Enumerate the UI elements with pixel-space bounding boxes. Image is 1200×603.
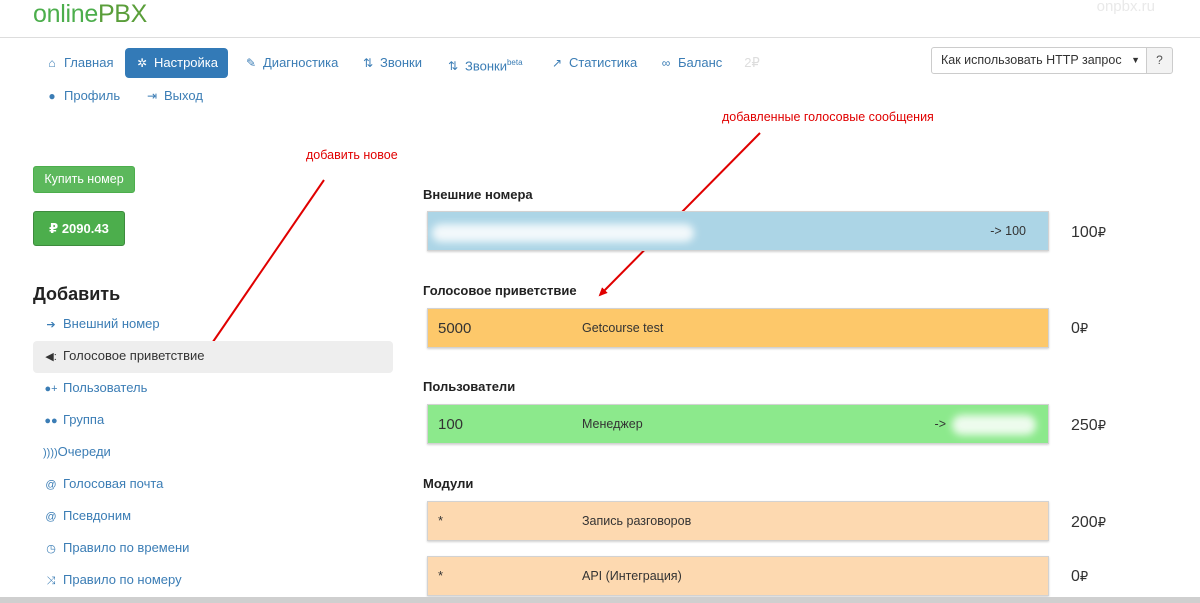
card-name: API (Интеграция) (582, 569, 682, 583)
at-icon: @ (45, 511, 57, 523)
nav-item-calls[interactable]: ⇅ Звонки (351, 48, 432, 78)
nav-item-balance[interactable]: ∞ Баланс 2₽ (649, 48, 770, 78)
annotation-add-new: добавить новое (306, 148, 398, 162)
buy-number-button[interactable]: Купить номер (33, 166, 135, 193)
user-icon: ● (48, 89, 56, 103)
nav-item-settings[interactable]: ✲ Настройка (125, 48, 228, 78)
line-chart-icon: ↗ (551, 56, 563, 70)
card-mark: * (438, 568, 444, 583)
external-price: 100₽ (1071, 224, 1106, 241)
external-number-card[interactable]: -> 100 (427, 211, 1049, 251)
caret-down-icon: ▼ (1131, 55, 1140, 65)
add-item-voicemail[interactable]: @ Голосовая почта (33, 469, 393, 501)
add-list: ➔ Внешний номер ◀: Голосовое приветствие ●… (33, 309, 393, 597)
sort-arrows-icon: ⇅ (447, 59, 459, 74)
logo-online: online (33, 0, 98, 28)
shuffle-icon: ⤨ (46, 575, 56, 587)
card-target: -> 100 (990, 224, 1026, 238)
redacted-target (952, 415, 1036, 435)
add-item-group[interactable]: ●● Группа (33, 405, 393, 437)
history-icon: ◷ (46, 543, 56, 555)
add-item-queues[interactable]: ))))Очереди (33, 437, 393, 469)
add-item-user[interactable]: ●+ Пользователь (33, 373, 393, 405)
nav-item-diagnostics[interactable]: ✎ Диагностика (234, 48, 348, 78)
section-title-external: Внешние номера (423, 187, 533, 202)
card-name: Запись разговоров (582, 514, 692, 528)
nav-item-statistics[interactable]: ↗ Статистика (540, 48, 647, 78)
redacted-number (432, 224, 694, 242)
arrow-right-icon: ➔ (46, 319, 56, 331)
card-name: Getcourse test (582, 321, 664, 335)
queue-icon: )))) (43, 447, 58, 459)
add-item-voice-greeting[interactable]: ◀: Голосовое приветствие (33, 341, 393, 373)
card-number: 5000 (438, 320, 472, 337)
card-name: Менеджер (582, 417, 643, 431)
add-item-time-rule[interactable]: ◷ Правило по времени (33, 533, 393, 565)
logout-icon: ⇥ (146, 89, 158, 103)
module-card-recording[interactable]: * Запись разговоров (427, 501, 1049, 541)
home-icon: ⌂ (48, 56, 56, 70)
help-button[interactable]: ? (1146, 47, 1173, 74)
balance-badge[interactable]: ₽ 2090.43 (33, 211, 125, 246)
users-price: 250₽ (1071, 417, 1106, 434)
module-recording-price: 200₽ (1071, 514, 1106, 531)
add-title: Добавить (33, 284, 121, 304)
section-title-modules: Модули (423, 476, 474, 491)
brand-watermark: onpbx.ru (1096, 0, 1155, 15)
nav-balance-value: 2₽ (744, 55, 760, 70)
users-icon: ●● (44, 415, 58, 427)
card-target: -> (934, 417, 946, 431)
sort-arrows-icon: ⇅ (362, 56, 374, 70)
greeting-price: 0₽ (1071, 320, 1089, 337)
at-icon: @ (45, 479, 57, 491)
logo-pbx: PBX (97, 0, 148, 28)
module-api-price: 0₽ (1071, 568, 1089, 585)
user-plus-icon: ●+ (44, 383, 58, 395)
module-card-api[interactable]: * API (Интеграция) (427, 556, 1049, 596)
annotation-added-voice: добавленные голосовые сообщения (722, 110, 934, 124)
horizontal-scrollbar[interactable] (0, 597, 1200, 603)
link-icon: ∞ (661, 56, 671, 70)
greeting-card[interactable]: 5000 Getcourse test (427, 308, 1049, 348)
add-item-number-rule[interactable]: ⤨ Правило по номеру (33, 565, 393, 597)
gear-icon: ✲ (136, 56, 148, 70)
wrench-icon: ✎ (245, 56, 257, 70)
nav-item-profile[interactable]: ● Профиль (35, 81, 130, 111)
section-title-users: Пользователи (423, 379, 516, 394)
logo[interactable]: onlinePBX (33, 0, 147, 29)
nav-item-logout[interactable]: ⇥ Выход (135, 81, 213, 111)
section-title-greeting: Голосовое приветствие (423, 283, 577, 298)
nav-item-calls-beta[interactable]: ⇅ Звонкиbeta (436, 48, 533, 78)
add-item-alias[interactable]: @ Псевдоним (33, 501, 393, 533)
nav-item-home[interactable]: ⌂ Главная (35, 48, 123, 78)
card-mark: * (438, 513, 444, 528)
help-topic-select[interactable]: Как использовать HTTP запрос ▼ (931, 47, 1147, 74)
add-item-external-number[interactable]: ➔ Внешний номер (33, 309, 393, 341)
card-number: 100 (438, 416, 464, 433)
top-header: onlinePBX onpbx.ru (0, 0, 1200, 38)
megaphone-icon: ◀: (45, 351, 57, 363)
user-card[interactable]: 100 Менеджер -> (427, 404, 1049, 444)
